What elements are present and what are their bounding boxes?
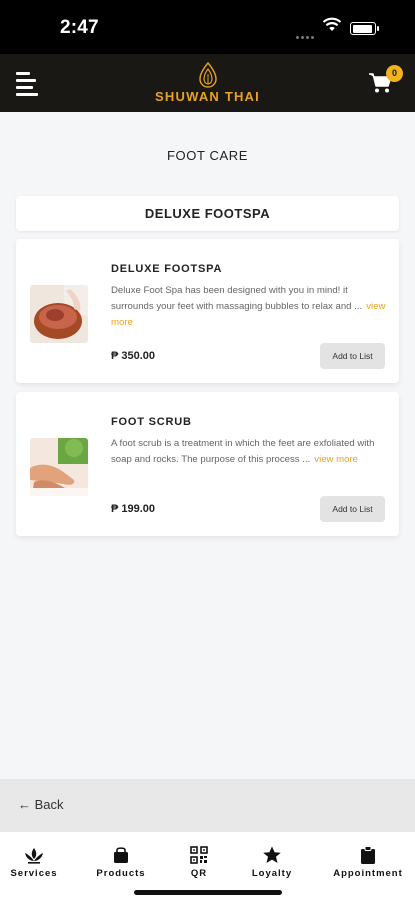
clipboard-icon [361, 846, 375, 864]
brand-name: SHUWAN THAI [155, 89, 260, 104]
product-card: DELUXE FOOTSPA Deluxe Foot Spa has been … [16, 239, 399, 383]
view-more-link[interactable]: view more [314, 454, 358, 465]
product-price: ₱ 350.00 [111, 350, 156, 362]
product-price: ₱ 199.00 [111, 503, 156, 515]
home-indicator [134, 890, 282, 895]
back-arrow-icon: ← [18, 797, 31, 812]
description-text: Deluxe Foot Spa has been designed with y… [111, 285, 363, 312]
qr-icon [190, 846, 208, 864]
status-bar: 2:47 [0, 0, 415, 54]
app-header: SHUWAN THAI 0 [0, 54, 415, 112]
back-button[interactable]: ← Back [18, 797, 64, 812]
nav-label: Products [96, 868, 146, 879]
signal-icon [296, 26, 316, 39]
menu-button[interactable] [16, 72, 38, 96]
product-image-footscrub [30, 438, 88, 496]
product-description: A foot scrub is a treatment in which the… [111, 436, 389, 468]
cart-count-badge: 0 [386, 65, 403, 82]
nav-qr[interactable]: QR [159, 846, 239, 879]
nav-loyalty[interactable]: Loyalty [232, 846, 312, 879]
product-description: Deluxe Foot Spa has been designed with y… [111, 283, 389, 331]
lotus-logo-icon [198, 62, 217, 88]
add-to-list-button[interactable]: Add to List [320, 343, 385, 369]
nav-label: Loyalty [251, 868, 293, 879]
battery-icon [350, 22, 379, 35]
bag-icon [114, 847, 128, 863]
subcategory-tab[interactable]: DELUXE FOOTSPA [16, 196, 399, 231]
nav-label: Appointment [333, 868, 403, 879]
page-title: FOOT CARE [166, 148, 248, 163]
wifi-icon [322, 17, 342, 31]
product-name: DELUXE FOOTSPA [111, 263, 223, 275]
star-icon [263, 846, 281, 863]
status-time: 2:47 [60, 17, 99, 38]
back-bar: ← Back [0, 779, 415, 832]
product-image-footspa [30, 285, 88, 343]
nav-appointment[interactable]: Appointment [328, 846, 408, 879]
nav-label: QR [190, 868, 208, 879]
brand-logo: SHUWAN THAI [150, 62, 265, 106]
cart-button[interactable]: 0 [368, 65, 403, 98]
add-to-list-button[interactable]: Add to List [320, 496, 385, 522]
back-label: Back [34, 797, 64, 812]
nav-services[interactable]: Services [0, 846, 74, 879]
lotus-icon [25, 848, 43, 864]
product-name: FOOT SCRUB [111, 416, 192, 428]
product-card: FOOT SCRUB A foot scrub is a treatment i… [16, 392, 399, 536]
nav-products[interactable]: Products [81, 846, 161, 879]
nav-label: Services [10, 868, 58, 879]
